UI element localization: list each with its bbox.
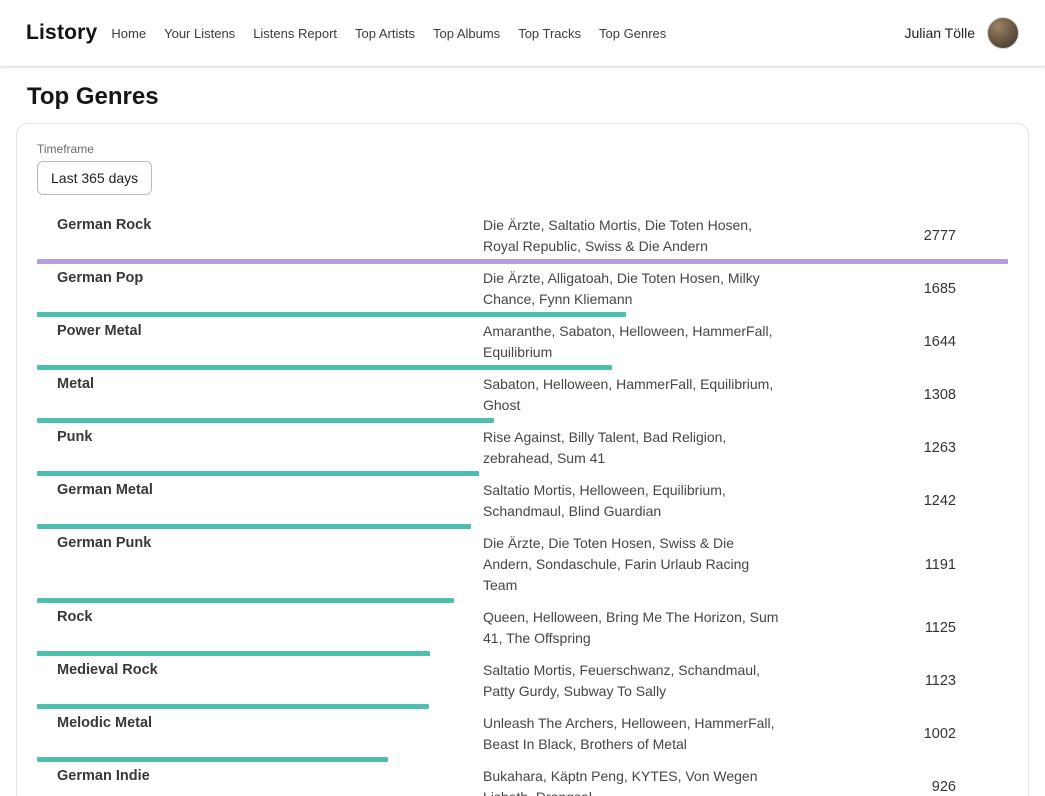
timeframe-label: Timeframe — [37, 142, 1008, 156]
genre-row-main: German Rock Die Ärzte, Saltatio Mortis, … — [37, 211, 1008, 259]
genre-row: Power Metal Amaranthe, Sabaton, Hellowee… — [37, 317, 1008, 370]
genre-row: Melodic Metal Unleash The Archers, Hello… — [37, 709, 1008, 762]
nav-link-top-tracks[interactable]: Top Tracks — [518, 26, 581, 41]
genre-name: German Punk — [37, 533, 483, 555]
genre-row-main: Metal Sabaton, Helloween, HammerFall, Eq… — [37, 370, 1008, 418]
genre-artists: Saltatio Mortis, Helloween, Equilibrium,… — [483, 480, 785, 522]
genre-list: German Rock Die Ärzte, Saltatio Mortis, … — [37, 211, 1008, 796]
page-content: Top Genres Timeframe Last 365 days Germa… — [0, 83, 1045, 796]
nav-link-home[interactable]: Home — [111, 26, 146, 41]
genre-count: 1685 — [924, 281, 1008, 297]
genre-name: Medieval Rock — [37, 660, 483, 682]
genre-count: 1123 — [925, 673, 1008, 689]
genre-count: 1644 — [924, 334, 1008, 350]
nav-link-listens-report[interactable]: Listens Report — [253, 26, 337, 41]
genre-artists: Die Ärzte, Alligatoah, Die Toten Hosen, … — [483, 268, 785, 310]
genre-row: Metal Sabaton, Helloween, HammerFall, Eq… — [37, 370, 1008, 423]
genre-row-main: German Indie Bukahara, Käptn Peng, KYTES… — [37, 762, 1008, 796]
genre-row-main: Power Metal Amaranthe, Sabaton, Hellowee… — [37, 317, 1008, 365]
genre-name: German Rock — [37, 215, 483, 237]
genre-row: German Metal Saltatio Mortis, Helloween,… — [37, 476, 1008, 529]
top-genres-card: Timeframe Last 365 days German Rock Die … — [16, 123, 1029, 796]
nav-link-your-listens[interactable]: Your Listens — [164, 26, 235, 41]
genre-count: 1308 — [924, 387, 1008, 403]
nav-link-top-albums[interactable]: Top Albums — [433, 26, 500, 41]
genre-name: Power Metal — [37, 321, 483, 343]
genre-count: 1263 — [924, 440, 1008, 456]
genre-artists: Saltatio Mortis, Feuerschwanz, Schandmau… — [483, 660, 785, 702]
genre-row: German Rock Die Ärzte, Saltatio Mortis, … — [37, 211, 1008, 264]
genre-count: 1191 — [925, 557, 1008, 573]
genre-name: German Indie — [37, 766, 483, 788]
timeframe-select[interactable]: Last 365 days — [37, 161, 152, 195]
genre-name: Rock — [37, 607, 483, 629]
genre-count: 1125 — [925, 620, 1008, 636]
genre-artists: Die Ärzte, Saltatio Mortis, Die Toten Ho… — [483, 215, 785, 257]
genre-row-main: German Pop Die Ärzte, Alligatoah, Die To… — [37, 264, 1008, 312]
genre-row-main: German Metal Saltatio Mortis, Helloween,… — [37, 476, 1008, 524]
genre-name: Metal — [37, 374, 483, 396]
app-logo[interactable]: Listory — [26, 21, 97, 45]
genre-name: Melodic Metal — [37, 713, 483, 735]
genre-row-main: German Punk Die Ärzte, Die Toten Hosen, … — [37, 529, 1008, 598]
genre-row: Rock Queen, Helloween, Bring Me The Hori… — [37, 603, 1008, 656]
genre-row: German Punk Die Ärzte, Die Toten Hosen, … — [37, 529, 1008, 603]
genre-artists: Die Ärzte, Die Toten Hosen, Swiss & Die … — [483, 533, 785, 596]
genre-row: Punk Rise Against, Billy Talent, Bad Rel… — [37, 423, 1008, 476]
genre-artists: Amaranthe, Sabaton, Helloween, HammerFal… — [483, 321, 785, 363]
genre-row: German Pop Die Ärzte, Alligatoah, Die To… — [37, 264, 1008, 317]
main-nav: Home Your Listens Listens Report Top Art… — [111, 26, 904, 41]
page-title: Top Genres — [27, 83, 1029, 111]
genre-count: 1242 — [924, 493, 1008, 509]
navbar: Listory Home Your Listens Listens Report… — [0, 0, 1045, 66]
genre-row: Medieval Rock Saltatio Mortis, Feuerschw… — [37, 656, 1008, 709]
genre-row-main: Medieval Rock Saltatio Mortis, Feuerschw… — [37, 656, 1008, 704]
genre-row-main: Punk Rise Against, Billy Talent, Bad Rel… — [37, 423, 1008, 471]
genre-count: 926 — [932, 779, 1008, 795]
genre-row-main: Rock Queen, Helloween, Bring Me The Hori… — [37, 603, 1008, 651]
genre-artists: Rise Against, Billy Talent, Bad Religion… — [483, 427, 785, 469]
genre-count: 2777 — [924, 228, 1008, 244]
nav-link-top-artists[interactable]: Top Artists — [355, 26, 415, 41]
genre-row: German Indie Bukahara, Käptn Peng, KYTES… — [37, 762, 1008, 796]
genre-artists: Unleash The Archers, Helloween, HammerFa… — [483, 713, 785, 755]
genre-count: 1002 — [924, 726, 1008, 742]
user-name: Julian Tölle — [904, 25, 975, 41]
genre-name: Punk — [37, 427, 483, 449]
genre-artists: Bukahara, Käptn Peng, KYTES, Von Wegen L… — [483, 766, 785, 796]
genre-name: German Metal — [37, 480, 483, 502]
user-menu: Julian Tölle — [904, 17, 1019, 49]
genre-name: German Pop — [37, 268, 483, 290]
genre-row-main: Melodic Metal Unleash The Archers, Hello… — [37, 709, 1008, 757]
genre-artists: Sabaton, Helloween, HammerFall, Equilibr… — [483, 374, 785, 416]
user-avatar[interactable] — [987, 17, 1019, 49]
nav-link-top-genres[interactable]: Top Genres — [599, 26, 666, 41]
genre-artists: Queen, Helloween, Bring Me The Horizon, … — [483, 607, 785, 649]
